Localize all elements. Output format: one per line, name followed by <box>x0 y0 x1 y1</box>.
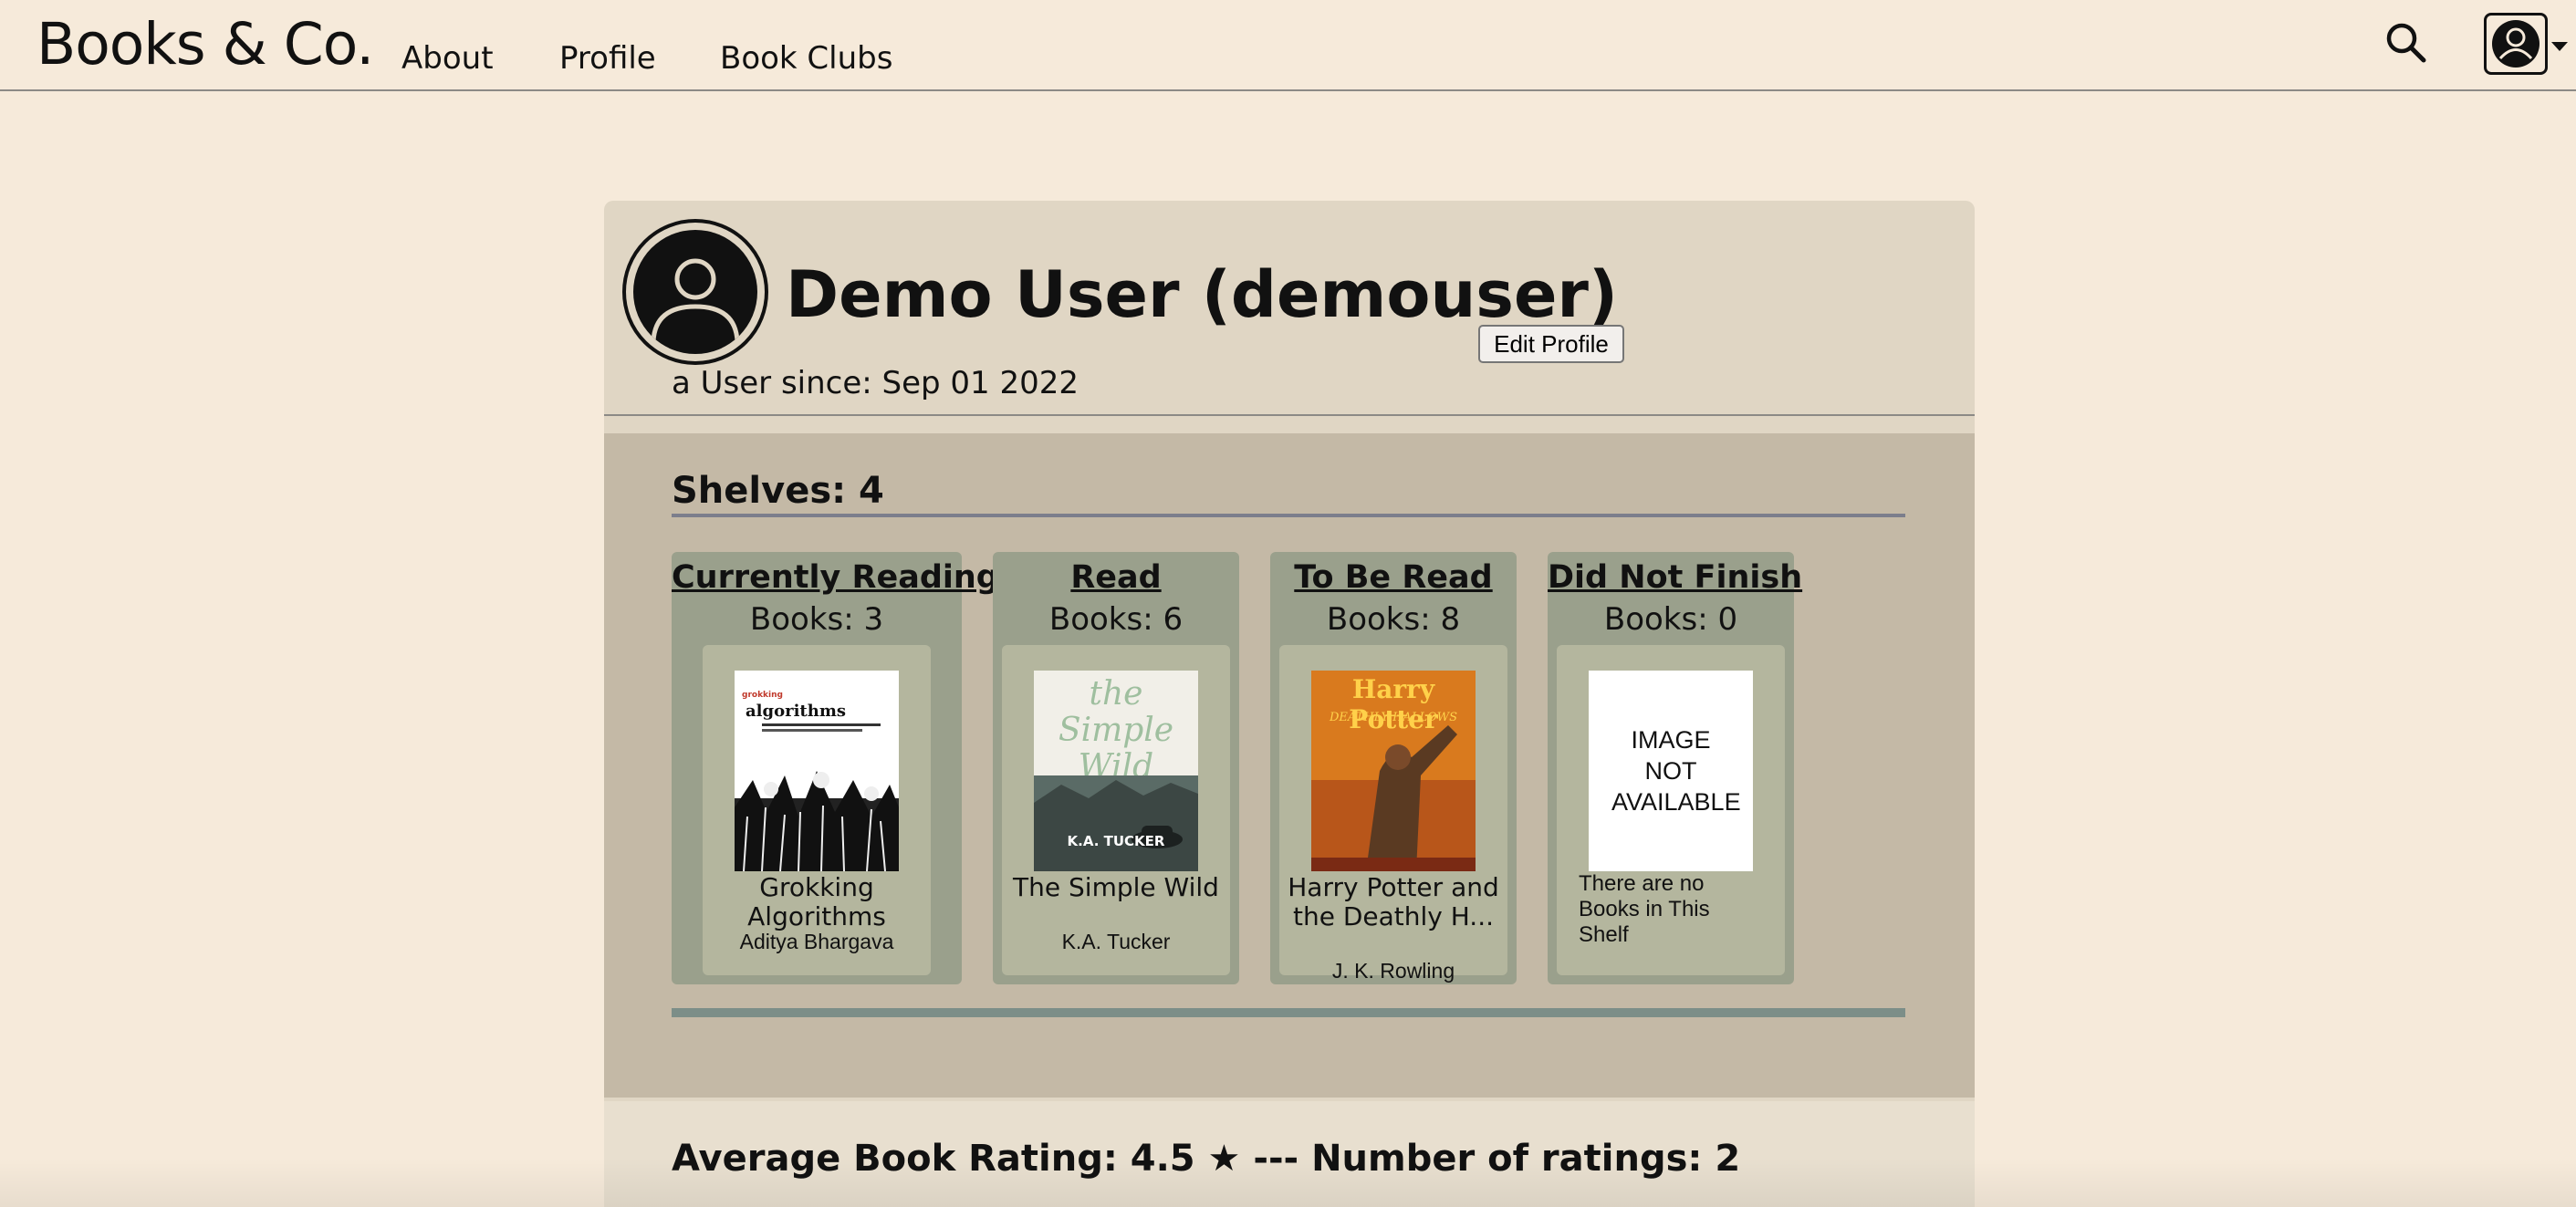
cover-illustration <box>735 771 899 871</box>
book-card[interactable]: grokking algorithms Grokking Algorithms … <box>703 645 931 975</box>
user-icon <box>2492 20 2539 68</box>
book-cover[interactable]: the Simple Wild K.A. TUCKER <box>1034 671 1198 871</box>
shelf-count: Books: 8 <box>1326 601 1461 638</box>
profile-card: Demo User (demouser) Edit Profile a User… <box>604 201 1975 1207</box>
cover-text: algorithms <box>746 702 846 721</box>
book-title[interactable]: Grokking Algorithms <box>703 873 931 931</box>
shelf-currently-reading: Currently Reading Books: 3 grokking algo… <box>672 552 999 984</box>
shelf-to-be-read: To Be Read Books: 8 Harry Potter DEATHLY… <box>1270 552 1517 984</box>
divider <box>604 414 1975 416</box>
top-nav: Books & Co. About Profile Book Clubs <box>0 0 2576 91</box>
shelf-count: Books: 3 <box>749 601 884 638</box>
shelves-section: Shelves: 4 Currently Reading Books: 3 gr… <box>604 433 1975 1098</box>
image-placeholder: IMAGE NOT AVAILABLE <box>1589 671 1753 871</box>
book-title[interactable]: Harry Potter and the Deathly H... <box>1279 873 1507 931</box>
cover-text: the Simple Wild <box>1058 675 1174 786</box>
shelf-title[interactable]: To Be Read <box>1270 559 1517 596</box>
cover-text: DEATHLY HALLOWS <box>1329 711 1458 724</box>
shelf-title[interactable]: Did Not Finish <box>1548 559 1802 596</box>
divider <box>672 1008 1905 1017</box>
shelf-title[interactable]: Read <box>993 559 1239 596</box>
user-menu-button[interactable] <box>2484 13 2548 75</box>
book-author: K.A. Tucker <box>1061 930 1171 953</box>
book-card[interactable]: Harry Potter DEATHLY HALLOWS Harry Potte… <box>1279 645 1507 983</box>
book-card: IMAGE NOT AVAILABLE There are no Books i… <box>1557 645 1785 975</box>
nav-link-profile[interactable]: Profile <box>559 40 656 77</box>
member-since: a User since: Sep 01 2022 <box>672 365 1079 401</box>
shelf-count: Books: 0 <box>1603 601 1738 638</box>
nav-link-book-clubs[interactable]: Book Clubs <box>720 40 892 77</box>
divider <box>672 514 1905 517</box>
search-icon[interactable] <box>2383 20 2429 66</box>
cover-text: Harry Potter <box>1349 674 1438 734</box>
book-author: J. K. Rowling <box>1331 959 1455 983</box>
rating-section: Average Book Rating: 4.5 ★ --- Number of… <box>604 1101 1975 1207</box>
shelf-title[interactable]: Currently Reading <box>672 559 999 596</box>
cover-illustration <box>1034 775 1198 871</box>
edit-profile-button[interactable]: Edit Profile <box>1478 325 1624 363</box>
book-cover[interactable]: grokking algorithms <box>735 671 899 871</box>
chevron-down-icon[interactable] <box>2551 42 2568 51</box>
shelf-count: Books: 6 <box>1048 601 1184 638</box>
shelf-read: Read Books: 6 the Simple Wild K.A. TUCKE… <box>993 552 1239 984</box>
book-card[interactable]: the Simple Wild K.A. TUCKER The Simple W… <box>1002 645 1230 975</box>
shelf-did-not-finish: Did Not Finish Books: 0 IMAGE NOT AVAILA… <box>1548 552 1802 984</box>
brand-logo[interactable]: Books & Co. <box>37 11 374 78</box>
nav-link-about[interactable]: About <box>402 40 494 77</box>
profile-name: Demo User (demouser) <box>786 257 1618 332</box>
placeholder-text: IMAGE NOT AVAILABLE <box>1611 726 1741 816</box>
user-icon <box>651 258 740 342</box>
shelves-heading: Shelves: 4 <box>672 470 884 512</box>
book-cover[interactable]: Harry Potter DEATHLY HALLOWS <box>1311 671 1476 871</box>
profile-avatar <box>622 219 768 365</box>
book-title[interactable]: The Simple Wild <box>1002 873 1230 902</box>
average-rating: Average Book Rating: 4.5 ★ --- Number of… <box>672 1138 1741 1180</box>
book-author: Aditya Bhargava <box>739 930 894 953</box>
cover-text: K.A. TUCKER <box>1067 833 1165 849</box>
cover-text: grokking <box>742 691 783 700</box>
empty-shelf-message: There are no Books in This Shelf <box>1579 871 1710 947</box>
